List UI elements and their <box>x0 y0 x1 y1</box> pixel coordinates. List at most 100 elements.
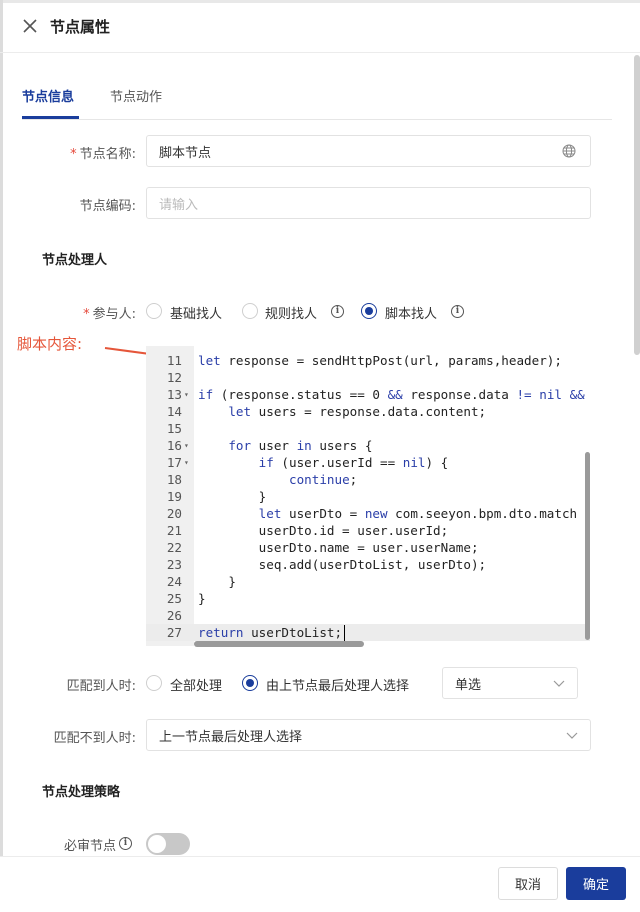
code-horizontal-scrollbar[interactable] <box>194 641 364 647</box>
code-text: for user in users { <box>228 438 373 453</box>
code-line: 27 return userDtoList; <box>146 624 590 641</box>
panel-footer: 取消 确定 <box>0 856 640 912</box>
line-number: 14 <box>166 404 182 419</box>
code-line: 16 ▾ for user in users { <box>146 437 590 454</box>
node-code-placeholder: 请输入 <box>159 197 199 213</box>
code-line: 11 let response = sendHttpPost(url, param… <box>146 352 590 369</box>
radio-prev-select-label: 由上节点最后处理人选择 <box>266 679 410 694</box>
code-text: continue; <box>289 472 358 487</box>
line-number: 12 <box>166 370 182 385</box>
line-number: 23 <box>166 557 182 572</box>
selection-mode-select[interactable]: 单选 <box>442 667 578 699</box>
code-line: 20 let userDto = new com.seeyon.bpm.dto.… <box>146 505 590 522</box>
line-number: 17 <box>166 455 182 470</box>
code-line: 22 userDto.name = user.userName; <box>146 539 590 556</box>
line-number: 15 <box>166 421 182 436</box>
match-not-found-value: 上一节点最后处理人选择 <box>159 729 303 745</box>
radio-script-find[interactable] <box>361 303 377 319</box>
radio-all-process[interactable] <box>146 675 162 691</box>
line-number: 25 <box>166 591 182 606</box>
tab-active-indicator <box>22 116 79 119</box>
line-number: 21 <box>166 523 182 538</box>
code-text: let response = sendHttpPost(url, params,… <box>198 353 562 368</box>
must-review-label: 必审节点 <box>63 839 116 854</box>
code-text: if (response.status == 0 && response.dat… <box>198 387 585 402</box>
radio-rule-find-label: 规则找人 <box>265 307 318 322</box>
code-text: return userDtoList; <box>198 625 343 640</box>
match-not-found-select[interactable]: 上一节点最后处理人选择 <box>146 719 591 751</box>
code-line: 21 userDto.id = user.userId; <box>146 522 590 539</box>
code-text: let userDto = new com.seeyon.bpm.dto.mat… <box>258 506 578 521</box>
code-line: 17 ▾ if (user.userId == nil) { <box>146 454 590 471</box>
rule-find-info-icon[interactable]: i <box>331 305 344 318</box>
participant-label: * 参与人: <box>83 307 136 322</box>
code-text: } <box>198 489 267 504</box>
radio-script-find-label: 脚本找人 <box>385 307 438 322</box>
selection-mode-value: 单选 <box>455 677 482 693</box>
line-number: 20 <box>166 506 182 521</box>
code-vertical-scrollbar[interactable] <box>585 452 590 640</box>
code-text: userDto.name = user.userName; <box>198 540 479 555</box>
must-review-info-icon[interactable]: i <box>119 837 132 850</box>
radio-basic-find[interactable] <box>146 303 162 319</box>
code-line: 25} <box>146 590 590 607</box>
chevron-down-icon <box>566 732 578 739</box>
cancel-button[interactable]: 取消 <box>498 867 558 900</box>
radio-prev-select[interactable] <box>242 675 258 691</box>
line-number: 26 <box>166 608 182 623</box>
panel-header: 节点属性 <box>0 3 640 53</box>
handler-section-title: 节点处理人 <box>42 253 108 268</box>
close-icon[interactable] <box>21 17 39 35</box>
line-number: 27 <box>166 625 182 640</box>
text-caret <box>344 625 345 641</box>
line-number: 22 <box>166 540 182 555</box>
code-line: 12 <box>146 369 590 386</box>
fold-arrow-icon[interactable]: ▾ <box>184 454 189 471</box>
code-line: 13 ▾ if (response.status == 0 && response.… <box>146 386 590 403</box>
node-code-label: 节点编码: <box>79 199 136 214</box>
tab-node-info[interactable]: 节点信息 <box>22 86 74 105</box>
panel-title: 节点属性 <box>50 18 111 36</box>
code-text: userDto.id = user.userId; <box>198 523 449 538</box>
line-number: 18 <box>166 472 182 487</box>
node-code-input[interactable]: 请输入 <box>146 187 591 219</box>
participant-label-text: 参与人: <box>92 307 136 322</box>
node-name-value: 脚本节点 <box>159 145 212 161</box>
code-line: 23 seq.add(userDtoList, userDto); <box>146 556 590 573</box>
code-line: 15 <box>146 420 590 437</box>
code-text: } <box>198 591 206 606</box>
code-line: 19 } <box>146 488 590 505</box>
script-code-editor[interactable]: 11 let response = sendHttpPost(url, param… <box>146 346 590 646</box>
code-line: 24 } <box>146 573 590 590</box>
line-number: 11 <box>166 353 182 368</box>
left-edge <box>0 0 3 912</box>
radio-basic-find-label: 基础找人 <box>170 307 223 322</box>
strategy-section-title: 节点处理策略 <box>42 785 121 800</box>
radio-all-process-label: 全部处理 <box>170 679 223 694</box>
match-found-label: 匹配到人时: <box>66 679 136 694</box>
line-number: 19 <box>166 489 182 504</box>
script-content-annotation: 脚本内容: <box>17 335 83 353</box>
code-text: let users = response.data.content; <box>228 404 487 419</box>
script-find-info-icon[interactable]: i <box>451 305 464 318</box>
line-number: 24 <box>166 574 182 589</box>
code-text: } <box>198 574 236 589</box>
page-scrollbar[interactable] <box>634 55 640 355</box>
code-text: if (user.userId == nil) { <box>258 455 449 470</box>
radio-rule-find[interactable] <box>242 303 258 319</box>
must-review-toggle[interactable] <box>146 833 190 855</box>
globe-icon[interactable] <box>562 144 576 158</box>
chevron-down-icon <box>553 680 565 687</box>
confirm-button[interactable]: 确定 <box>566 867 626 900</box>
fold-arrow-icon[interactable]: ▾ <box>184 386 189 403</box>
code-line: 14 let users = response.data.content; <box>146 403 590 420</box>
code-line: 18 continue; <box>146 471 590 488</box>
match-not-found-label: 匹配不到人时: <box>53 731 136 746</box>
fold-arrow-icon[interactable]: ▾ <box>184 437 189 454</box>
code-line: 26 <box>146 607 590 624</box>
line-number: 13 <box>166 387 182 402</box>
tab-node-action[interactable]: 节点动作 <box>110 86 162 105</box>
line-number: 16 <box>166 438 182 453</box>
node-name-input[interactable]: 脚本节点 <box>146 135 591 167</box>
node-name-label: * 节点名称: <box>70 147 136 162</box>
